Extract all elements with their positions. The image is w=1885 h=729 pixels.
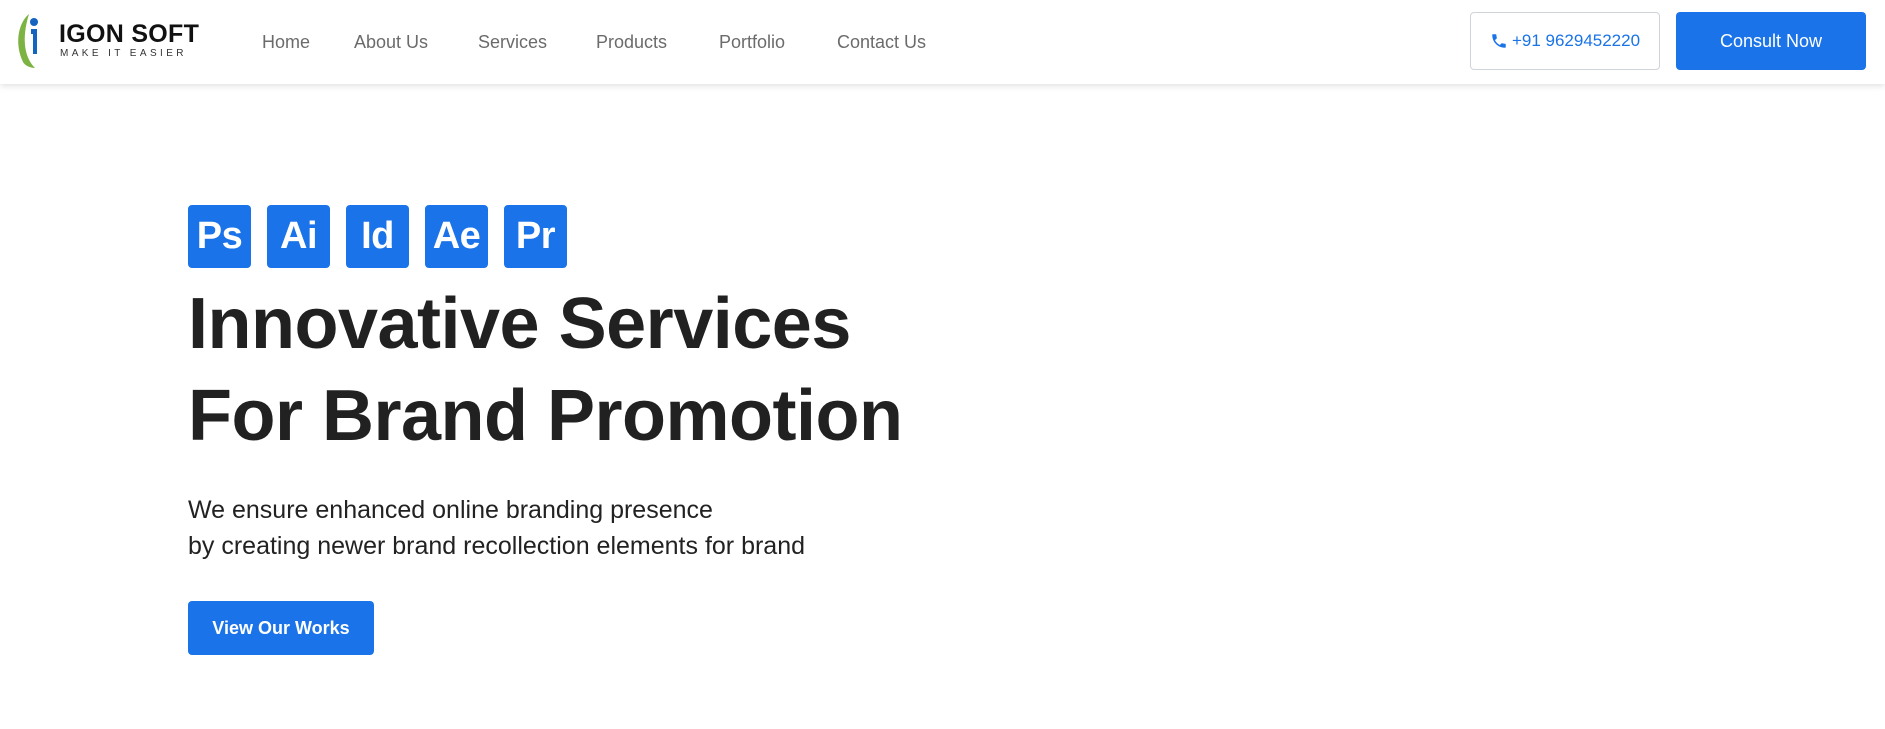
nav-item-label[interactable]: Home xyxy=(262,32,310,53)
phone-button[interactable]: +91 9629452220 xyxy=(1470,12,1660,70)
illustrator-badge: Ai xyxy=(267,205,330,268)
nav-item-label[interactable]: Services xyxy=(478,32,547,53)
headline-line-2: For Brand Promotion xyxy=(188,376,903,456)
consult-now-button[interactable]: Consult Now xyxy=(1676,12,1866,70)
nav-item-contact-us[interactable]: Contact Us xyxy=(837,0,926,84)
phone-icon xyxy=(1492,34,1506,48)
premiere-badge: Pr xyxy=(504,205,567,268)
nav-item-about-us[interactable]: About Us xyxy=(354,0,428,84)
indesign-badge: Id xyxy=(346,205,409,268)
subtext-line-2: by creating newer brand recollection ele… xyxy=(188,532,806,560)
nav-item-label[interactable]: Contact Us xyxy=(837,32,926,53)
site-header: IGON SOFT MAKE IT EASIER Home About Us S… xyxy=(0,0,1885,84)
brand-name: IGON SOFT xyxy=(59,20,200,48)
person-leaf-logo-icon xyxy=(18,14,38,68)
nav-item-products[interactable]: Products xyxy=(596,0,667,84)
view-our-works-button[interactable]: View Our Works xyxy=(188,601,374,655)
view-our-works-label: View Our Works xyxy=(212,617,350,638)
subtext-line-1: We ensure enhanced online branding prese… xyxy=(188,496,713,524)
brand-logo[interactable]: IGON SOFT MAKE IT EASIER xyxy=(15,10,199,70)
phone-number: +91 9629452220 xyxy=(1511,31,1641,50)
brand-tagline: MAKE IT EASIER xyxy=(60,48,187,59)
consult-now-label: Consult Now xyxy=(1719,30,1823,51)
nav-item-label[interactable]: Products xyxy=(596,32,667,53)
nav-item-services[interactable]: Services xyxy=(478,0,547,84)
after-effects-badge: Ae xyxy=(425,205,488,268)
software-badges: Ps Ai Id Ae Pr xyxy=(188,205,567,268)
nav-item-home[interactable]: Home xyxy=(262,0,310,84)
headline-line-1: Innovative Services xyxy=(188,284,851,364)
nav-item-label[interactable]: About Us xyxy=(354,32,428,53)
nav-item-portfolio[interactable]: Portfolio xyxy=(719,0,785,84)
photoshop-badge: Ps xyxy=(188,205,251,268)
hero-subtext: We ensure enhanced online branding prese… xyxy=(188,492,805,564)
nav-item-label[interactable]: Portfolio xyxy=(719,32,785,53)
hero-headline: Innovative Services For Brand Promotion xyxy=(188,278,1088,462)
